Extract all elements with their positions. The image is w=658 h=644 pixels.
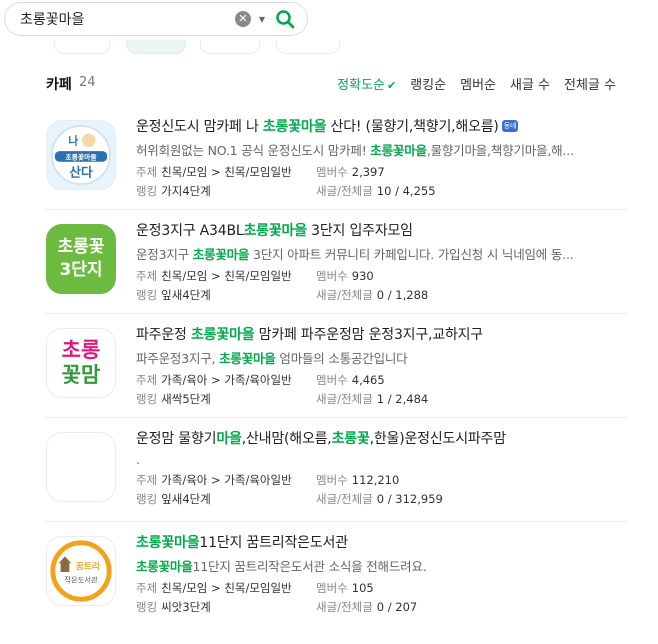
member-count: 4,465 [351,373,385,387]
post-count: 10 / 4,255 [376,184,436,198]
cafe-description: . [136,452,140,467]
svg-text:산다: 산다 [69,164,93,179]
svg-text:초롱꽃마을: 초롱꽃마을 [65,152,97,161]
cafe-topic: 가족/육아 > 가족/육아일반 [161,473,292,487]
cafe-description: 초롱꽃마을11단지 꿈트리작은도서관 소식을 전해드려요. [136,559,427,574]
sort-total-posts[interactable]: 전체글 수 [564,74,616,93]
sort-accuracy[interactable]: 정확도순 ✔ [337,74,396,93]
cafe-logo: 초롱 꽃맘 [61,337,101,387]
cafe-topic: 친목/모임 > 친목/모임일반 [161,581,292,595]
cafe-rank: 잎새4단계 [161,288,211,302]
sort-members[interactable]: 멤버순 [460,74,496,93]
cafe-description: 파주운정3지구, 초롱꽃마을 엄마들의 소통공간입니다 [136,351,408,366]
sort-new-posts[interactable]: 새글 수 [510,74,550,93]
post-count: 1 / 2,484 [376,392,429,406]
cafe-results: 카페 24 정확도순 ✔ 랭킹순 멤버순 새글 수 전체글 수 나 초롱꽃마을 산… [44,60,628,626]
list-item: 초롱 꽃맘 파주운정 초롱꽃마을 맘카페 파주운정맘 운정3지구,교하지구 파주… [44,314,628,418]
cafe-topic: 친목/모임 > 친목/모임일반 [161,269,292,283]
member-count: 930 [351,269,374,283]
search-input[interactable]: 초롱꽃마을 [20,9,235,29]
post-count: 0 / 1,288 [376,288,429,302]
member-count: 105 [351,581,374,595]
svg-text:나: 나 [68,134,78,147]
results-header: 카페 24 정확도순 ✔ 랭킹순 멤버순 새글 수 전체글 수 [44,60,628,106]
cafe-logo: 나 초롱꽃마을 산다 [50,124,112,186]
check-icon: ✔ [387,79,397,92]
cafe-description: 운정3지구 초롱꽃마을 3단지 아파트 커뮤니티 카페입니다. 가입신청 시 닉… [136,247,574,262]
result-count: 24 [79,75,96,90]
member-count: 112,210 [351,473,400,487]
cafe-thumbnail[interactable]: 꿈트리 작은도서관 [46,536,116,606]
cafe-title[interactable]: 운정3지구 A34BL초롱꽃마을 3단지 입주자모임 [136,220,624,240]
cafe-logo: 초롱꽃 3단지 [57,237,105,280]
list-item: 나 초롱꽃마을 산다 운정신도시 맘카페 나 초롱꽃마을 산다! (물향기,책향… [44,106,628,210]
cafe-title[interactable]: 운정신도시 맘카페 나 초롱꽃마을 산다! (물향기,책향기,해오름) 동네 [136,116,624,136]
sort-ranking[interactable]: 랭킹순 [410,74,446,93]
cafe-title[interactable]: 초롱꽃마을11단지 꿈트리작은도서관 [136,532,624,552]
clear-icon[interactable]: ✕ [234,11,251,27]
cafe-thumbnail[interactable]: 초롱 꽃맘 [46,328,116,398]
cafe-rank: 씨앗3단계 [161,600,211,614]
cafe-logo: 꿈트리 작은도서관 [50,540,112,602]
sort-options: 정확도순 ✔ 랭킹순 멤버순 새글 수 전체글 수 [337,74,616,93]
cafe-description: 허위회원없는 NO.1 공식 운정신도시 맘카페! 초롱꽃마을,물향기마을,책향… [136,143,574,158]
cafe-title[interactable]: 운정맘 물향기마을,산내맘(해오름,초롱꽃,한울)운정신도시파주맘 [136,428,624,448]
cafe-title[interactable]: 파주운정 초롱꽃마을 맘카페 파주운정맘 운정3지구,교하지구 [136,324,624,344]
cafe-thumbnail[interactable]: 초롱꽃 3단지 [46,224,116,294]
local-badge: 동네 [501,120,519,132]
cafe-topic: 가족/육아 > 가족/육아일반 [161,373,292,387]
cafe-rank: 가지4단계 [161,184,211,198]
chevron-down-icon[interactable]: ▼ [259,15,265,24]
cafe-topic: 친목/모임 > 친목/모임일반 [161,165,292,179]
search-icon[interactable] [275,9,295,29]
list-item: 꿈트리 작은도서관 초롱꽃마을11단지 꿈트리작은도서관 초롱꽃마을11단지 꿈… [44,522,628,626]
list-item: 운정맘 물향기마을,산내맘(해오름,초롱꽃,한울)운정신도시파주맘 . 주제 가족… [44,418,628,522]
svg-text:작은도서관: 작은도서관 [64,576,98,585]
search-bar[interactable]: 초롱꽃마을 ✕ ▼ [4,2,308,36]
post-count: 0 / 207 [376,600,418,614]
cafe-thumbnail[interactable] [46,432,116,502]
post-count: 0 / 312,959 [376,492,443,506]
cafe-thumbnail[interactable]: 나 초롱꽃마을 산다 [46,120,116,190]
section-title: 카페 [46,77,72,93]
cafe-rank: 잎새4단계 [161,492,211,506]
member-count: 2,397 [351,165,385,179]
filter-chips-faded [54,40,614,54]
list-item: 초롱꽃 3단지 운정3지구 A34BL초롱꽃마을 3단지 입주자모임 운정3지구… [44,210,628,314]
svg-text:꿈트리: 꿈트리 [76,560,100,572]
cafe-rank: 새싹5단계 [161,392,211,406]
